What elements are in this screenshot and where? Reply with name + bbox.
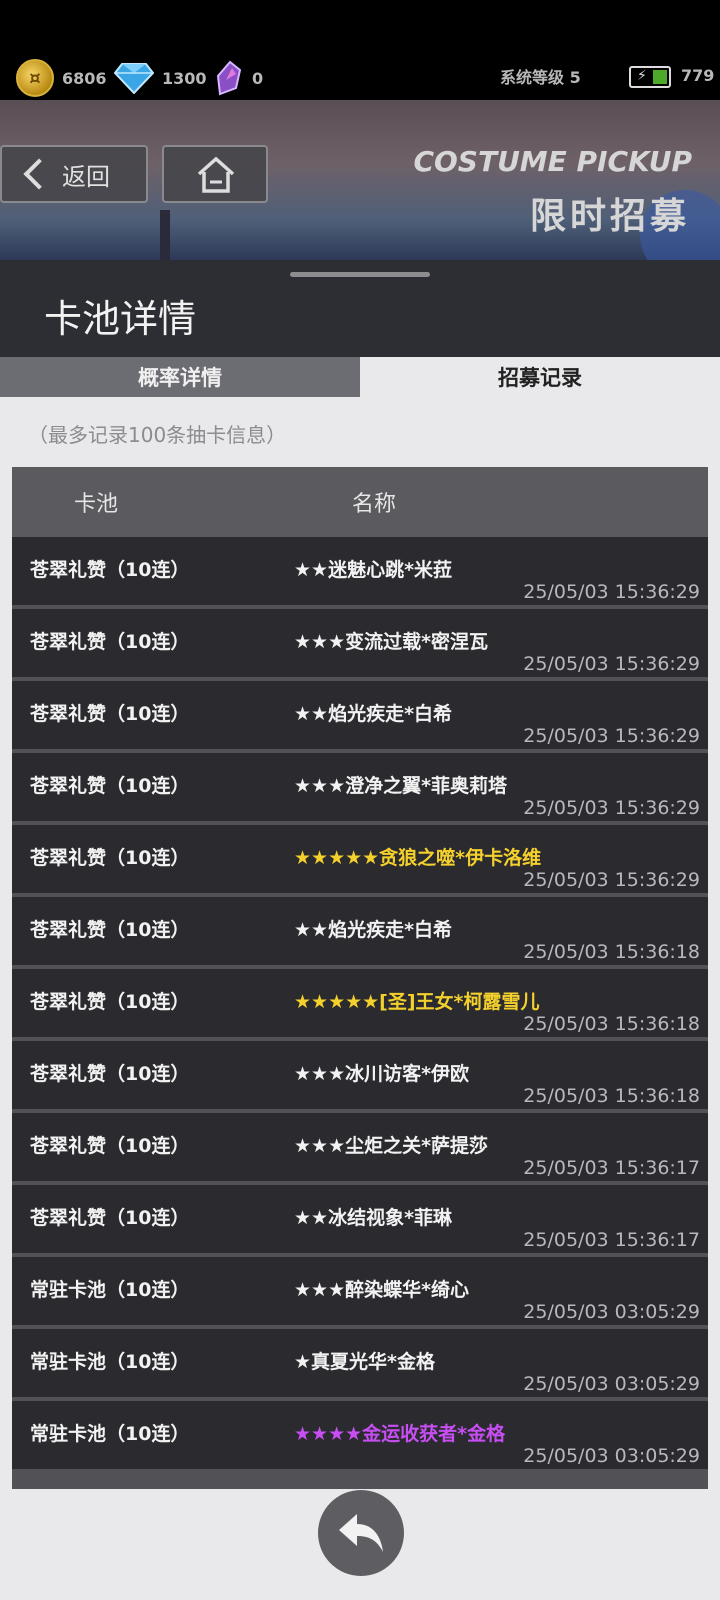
record-name: ★★★醉染蝶华*绮心 <box>294 1279 470 1301</box>
record-pool: 苍翠礼赞（10连） <box>30 703 190 725</box>
panel-title: 卡池详情 <box>44 297 197 341</box>
table-row: 苍翠礼赞（10连） ★★迷魅心跳*米菈 25/05/03 15:36:29 <box>12 537 708 605</box>
record-pool: 苍翠礼赞（10连） <box>30 919 190 941</box>
record-time: 25/05/03 15:36:29 <box>523 869 700 891</box>
record-time: 25/05/03 15:36:29 <box>523 653 700 675</box>
tab-records[interactable]: 招募记录 <box>360 357 720 397</box>
banner-title-cn: 限时招募 <box>529 196 690 237</box>
record-time: 25/05/03 15:36:17 <box>523 1157 700 1179</box>
tab-probability[interactable]: 概率详情 <box>0 357 360 397</box>
battery-icon: ⚡ <box>629 66 671 88</box>
record-pool: 苍翠礼赞（10连） <box>30 1207 190 1229</box>
record-name: ★真夏光华*金格 <box>294 1351 435 1373</box>
record-name: ★★★尘炬之关*萨提莎 <box>294 1135 489 1157</box>
table-row: 苍翠礼赞（10连） ★★焰光疾走*白希 25/05/03 15:36:18 <box>12 897 708 965</box>
battery-value: 779 <box>681 66 715 85</box>
records-content: （最多记录100条抽卡信息） 卡池 名称 苍翠礼赞（10连） ★★迷魅心跳*米菈 2… <box>0 397 720 1600</box>
record-pool: 常驻卡池（10连） <box>30 1423 190 1445</box>
crystal-icon <box>216 60 242 96</box>
record-time: 25/05/03 15:36:29 <box>523 797 700 819</box>
record-name: ★★★★★[圣]王女*柯露雪儿 <box>294 991 540 1013</box>
return-button[interactable] <box>318 1490 404 1576</box>
crystal-resource: 0 <box>214 60 263 96</box>
system-level: 系统等级 5 <box>500 68 581 87</box>
record-name: ★★迷魅心跳*米菈 <box>294 559 453 581</box>
record-time: 25/05/03 15:36:18 <box>523 941 700 963</box>
record-pool: 苍翠礼赞（10连） <box>30 991 190 1013</box>
table-row: 常驻卡池（10连） ★★★醉染蝶华*绮心 25/05/03 03:05:29 <box>12 1257 708 1325</box>
table-row: 苍翠礼赞（10连） ★★★澄净之翼*菲奥莉塔 25/05/03 15:36:29 <box>12 753 708 821</box>
table-header: 卡池 名称 <box>12 467 708 537</box>
records-table[interactable]: 卡池 名称 苍翠礼赞（10连） ★★迷魅心跳*米菈 25/05/03 15:36:2… <box>12 467 708 1489</box>
table-row: 苍翠礼赞（10连） ★★★变流过载*密涅瓦 25/05/03 15:36:29 <box>12 609 708 677</box>
record-name: ★★焰光疾走*白希 <box>294 703 453 725</box>
table-row: 苍翠礼赞（10连） ★★★★★[圣]王女*柯露雪儿 25/05/03 15:36:1… <box>12 969 708 1037</box>
return-arrow-icon <box>339 1514 383 1552</box>
record-time: 25/05/03 15:36:29 <box>523 581 700 603</box>
record-time: 25/05/03 15:36:18 <box>523 1013 700 1035</box>
resource-bar: ¤ 6806 1300 0 系统等级 5 ⚡ 779 <box>0 0 720 100</box>
table-row: 苍翠礼赞（10连） ★★冰结视象*菲琳 25/05/03 15:36:17 <box>12 1185 708 1253</box>
diamond-resource: 1300 <box>114 60 207 96</box>
diamond-icon <box>114 63 154 94</box>
table-row: 常驻卡池（10连） ★★★★金运收获者*金格 25/05/03 03:05:29 <box>12 1401 708 1469</box>
record-name: ★★★★★贪狼之噬*伊卡洛维 <box>294 847 542 869</box>
coin-icon: ¤ <box>16 59 54 97</box>
records-note: （最多记录100条抽卡信息） <box>28 423 287 447</box>
table-row: 苍翠礼赞（10连） ★★★尘炬之关*萨提莎 25/05/03 15:36:17 <box>12 1113 708 1181</box>
drag-handle[interactable] <box>290 272 430 277</box>
record-pool: 苍翠礼赞（10连） <box>30 1063 190 1085</box>
chevron-left-icon <box>23 158 55 190</box>
column-header-pool: 卡池 <box>74 492 119 517</box>
record-time: 25/05/03 03:05:29 <box>523 1373 700 1395</box>
back-button[interactable]: 返回 <box>0 145 148 203</box>
record-name: ★★★澄净之翼*菲奥莉塔 <box>294 775 508 797</box>
tab-bar: 概率详情 招募记录 <box>0 357 720 397</box>
record-time: 25/05/03 03:05:29 <box>523 1445 700 1467</box>
table-row: 苍翠礼赞（10连） ★★★★★贪狼之噬*伊卡洛维 25/05/03 15:36:29 <box>12 825 708 893</box>
pool-detail-panel: 卡池详情 概率详情 招募记录 （最多记录100条抽卡信息） 卡池 名称 苍翠礼赞… <box>0 260 720 1600</box>
crystal-value: 0 <box>252 68 264 88</box>
diamond-value: 1300 <box>162 68 207 88</box>
back-button-label: 返回 <box>62 162 110 191</box>
record-name: ★★冰结视象*菲琳 <box>294 1207 453 1229</box>
record-pool: 苍翠礼赞（10连） <box>30 775 190 797</box>
record-pool: 常驻卡池（10连） <box>30 1351 190 1373</box>
table-row: 苍翠礼赞（10连） ★★焰光疾走*白希 25/05/03 15:36:29 <box>12 681 708 749</box>
home-button[interactable] <box>162 145 268 203</box>
record-pool: 苍翠礼赞（10连） <box>30 1135 190 1157</box>
gold-value: 6806 <box>62 68 107 88</box>
record-time: 25/05/03 15:36:17 <box>523 1229 700 1251</box>
table-row: 苍翠礼赞（10连） ★★★冰川访客*伊欧 25/05/03 15:36:18 <box>12 1041 708 1109</box>
record-pool: 苍翠礼赞（10连） <box>30 847 190 869</box>
record-pool: 常驻卡池（10连） <box>30 1279 190 1301</box>
record-pool: 苍翠礼赞（10连） <box>30 559 190 581</box>
table-row: 常驻卡池（10连） ★真夏光华*金格 25/05/03 03:05:29 <box>12 1329 708 1397</box>
home-icon <box>197 156 235 193</box>
record-time: 25/05/03 15:36:18 <box>523 1085 700 1107</box>
banner-title-en: COSTUME PICKUP <box>413 145 692 178</box>
record-name: ★★★冰川访客*伊欧 <box>294 1063 470 1085</box>
record-time: 25/05/03 03:05:29 <box>523 1301 700 1323</box>
record-name: ★★焰光疾走*白希 <box>294 919 453 941</box>
record-name: ★★★★金运收获者*金格 <box>294 1423 506 1445</box>
record-name: ★★★变流过载*密涅瓦 <box>294 631 489 653</box>
record-pool: 苍翠礼赞（10连） <box>30 631 190 653</box>
column-header-name: 名称 <box>352 492 397 517</box>
gold-resource: ¤ 6806 <box>16 59 107 97</box>
record-time: 25/05/03 15:36:29 <box>523 725 700 747</box>
